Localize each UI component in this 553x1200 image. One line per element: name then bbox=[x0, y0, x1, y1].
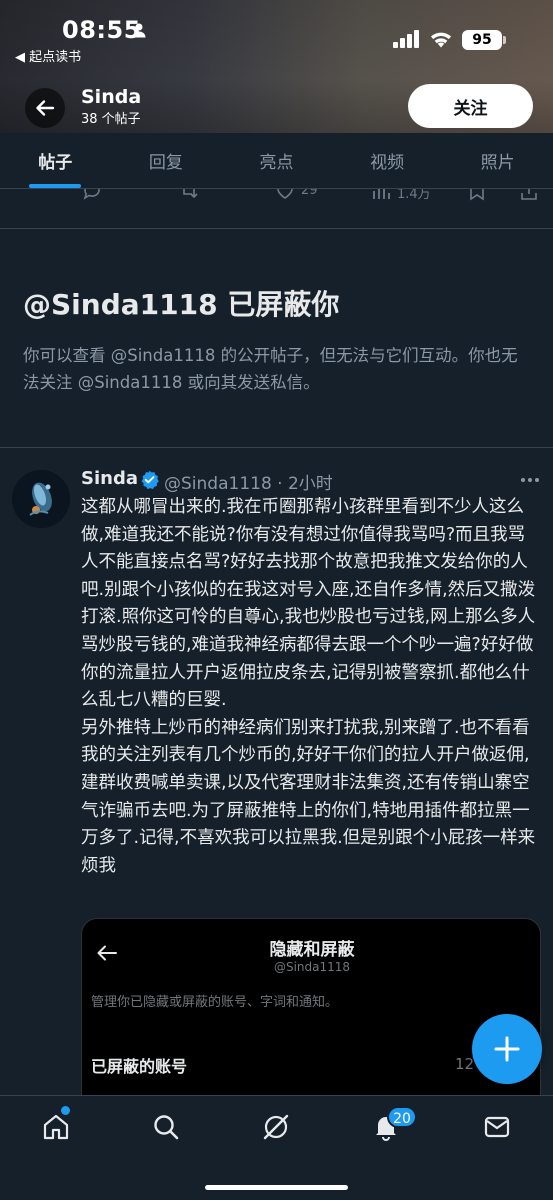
tweet-paragraph: 另外推特上炒币的神经病们别来打扰我,别来蹭了.也不看看我的关注列表有几个炒币的,… bbox=[81, 717, 536, 876]
profile-tabs: 帖子 回复 亮点 视频 照片 bbox=[0, 133, 553, 189]
divider bbox=[0, 447, 553, 448]
tab-photos[interactable]: 照片 bbox=[442, 133, 553, 188]
views-icon[interactable] bbox=[371, 189, 391, 201]
battery-indicator: 95 bbox=[462, 30, 502, 50]
search-icon[interactable] bbox=[151, 1112, 181, 1142]
home-indicator[interactable] bbox=[205, 1185, 348, 1190]
tweet-text: 这都从哪冒出来的.我在币圈那帮小孩群里看到不少人这么做,难道我还不能说?你有没有… bbox=[81, 494, 541, 880]
compose-button[interactable] bbox=[472, 1014, 542, 1084]
tab-label: 照片 bbox=[480, 153, 515, 173]
embed-item-count: 12 bbox=[455, 1055, 475, 1073]
profile-name: Sinda bbox=[81, 86, 142, 108]
reply-icon[interactable] bbox=[82, 189, 102, 201]
tweet-author-name[interactable]: Sinda bbox=[81, 468, 138, 489]
avatar[interactable] bbox=[12, 470, 70, 528]
signal-icon bbox=[393, 30, 419, 48]
tab-replies[interactable]: 回复 bbox=[111, 133, 222, 188]
avatar-image bbox=[12, 470, 70, 528]
tab-label: 回复 bbox=[148, 153, 183, 173]
grok-icon[interactable] bbox=[261, 1112, 291, 1142]
tab-label: 视频 bbox=[370, 153, 405, 173]
tweet-paragraph: 这都从哪冒出来的.我在币圈那帮小孩群里看到不少人这么做,难道我还不能说?你有没有… bbox=[81, 497, 536, 711]
verified-badge-icon bbox=[141, 470, 159, 489]
blocked-description: 你可以查看 @Sinda1118 的公开帖子，但无法与它们互动。你也无法关注 @… bbox=[23, 346, 518, 392]
like-count: 29 bbox=[301, 189, 318, 198]
embed-handle: @Sinda1118 bbox=[273, 960, 351, 974]
home-unread-dot bbox=[61, 1106, 70, 1115]
status-bar: 08:55 ◀ 起点读书 95 bbox=[0, 0, 553, 72]
embed-description: 管理你已隐藏或屏蔽的账号、字词和通知。 bbox=[91, 995, 339, 1010]
profile-banner: 08:55 ◀ 起点读书 95 Sinda 38 个帖子 关注 bbox=[0, 0, 553, 133]
arrow-left-icon bbox=[36, 100, 55, 116]
status-time: 08:55 bbox=[62, 16, 141, 44]
bookmark-icon[interactable] bbox=[467, 189, 487, 201]
share-icon[interactable] bbox=[519, 189, 539, 201]
active-tab-indicator bbox=[29, 184, 82, 188]
tab-posts[interactable]: 帖子 bbox=[0, 133, 111, 188]
back-to-app-link[interactable]: ◀ 起点读书 bbox=[15, 46, 81, 65]
divider bbox=[0, 228, 553, 229]
tab-videos[interactable]: 视频 bbox=[332, 133, 443, 188]
home-icon[interactable] bbox=[41, 1112, 71, 1142]
tab-label: 帖子 bbox=[38, 153, 73, 173]
like-icon[interactable] bbox=[275, 189, 295, 201]
profile-nav-row: Sinda 38 个帖子 关注 bbox=[0, 82, 553, 132]
messages-icon[interactable] bbox=[482, 1112, 512, 1142]
wifi-icon bbox=[431, 32, 451, 48]
more-options-icon[interactable] bbox=[518, 470, 542, 490]
blocked-title: @Sinda1118 已屏蔽你 bbox=[23, 288, 340, 321]
previous-tweet-actions: 29 1.4万 bbox=[0, 189, 553, 209]
person-icon bbox=[132, 23, 146, 38]
plus-icon bbox=[494, 1036, 520, 1062]
tab-label: 亮点 bbox=[259, 153, 294, 173]
tweet-handle-time: @Sinda1118 · 2小时 bbox=[164, 474, 333, 494]
post-count: 38 个帖子 bbox=[81, 112, 141, 127]
embed-item-label: 已屏蔽的账号 bbox=[91, 1057, 188, 1076]
view-count: 1.4万 bbox=[397, 189, 431, 202]
tweet-media-image[interactable]: 隐藏和屏蔽 @Sinda1118 管理你已隐藏或屏蔽的账号、字词和通知。 已屏蔽… bbox=[81, 918, 541, 1118]
tab-highlights[interactable]: 亮点 bbox=[221, 133, 332, 188]
follow-button[interactable]: 关注 bbox=[408, 84, 533, 128]
retweet-icon[interactable] bbox=[179, 189, 199, 201]
battery-cap bbox=[503, 36, 506, 44]
back-button[interactable] bbox=[25, 88, 65, 128]
embed-title: 隐藏和屏蔽 bbox=[269, 940, 355, 960]
notification-badge: 20 bbox=[387, 1106, 417, 1128]
